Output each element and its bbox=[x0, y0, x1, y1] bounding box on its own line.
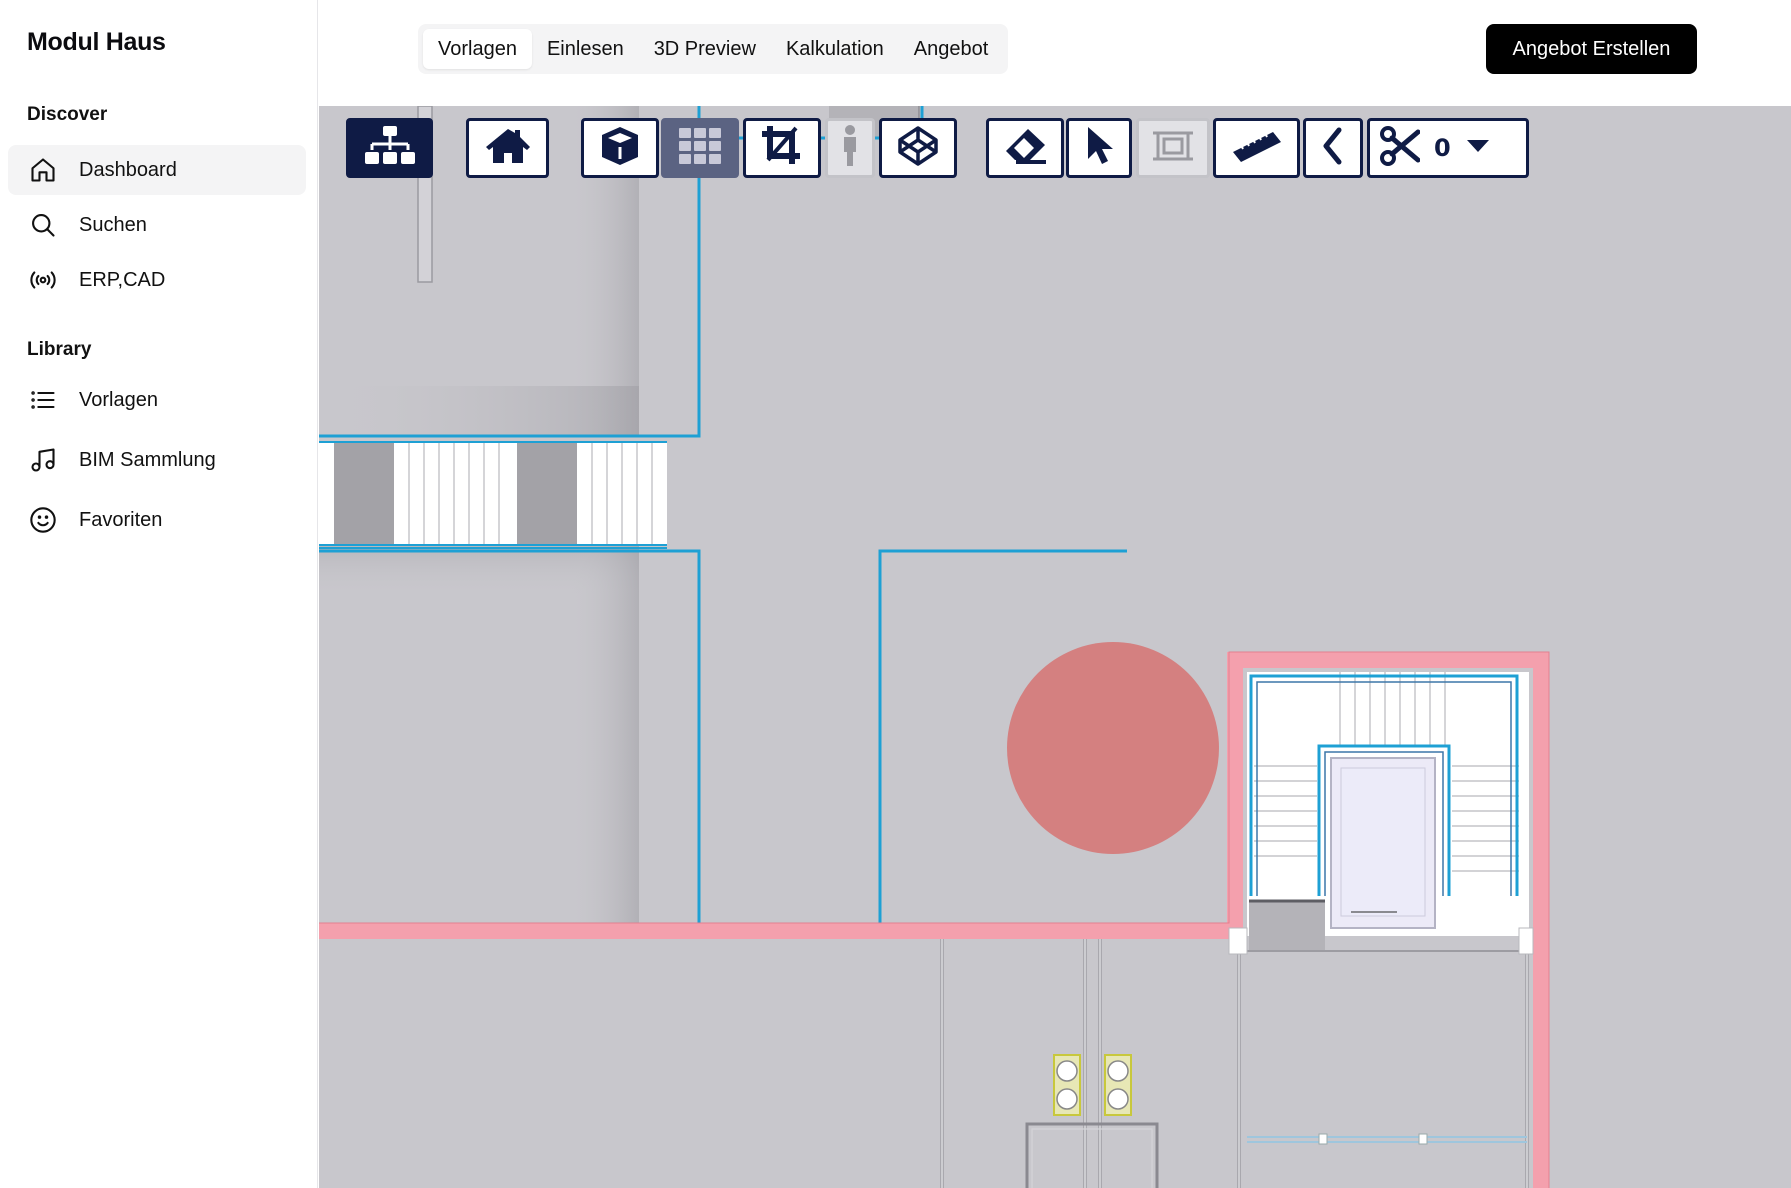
sidebar-item-label: Favoriten bbox=[79, 508, 163, 531]
frame-button[interactable] bbox=[1136, 118, 1210, 178]
pointer-button[interactable] bbox=[1066, 118, 1132, 178]
hierarchy-icon bbox=[364, 124, 416, 173]
tab-kalkulation[interactable]: Kalkulation bbox=[771, 29, 899, 69]
sidebar-item-favoriten[interactable]: Favoriten bbox=[8, 495, 306, 545]
hierarchy-button[interactable] bbox=[346, 118, 433, 178]
eraser-icon bbox=[1002, 126, 1048, 171]
stair-room-right bbox=[1247, 672, 1529, 952]
section-title-library: Library bbox=[27, 339, 92, 360]
marker-circle bbox=[1007, 642, 1219, 854]
crop-button[interactable] bbox=[743, 118, 821, 178]
scissors-icon bbox=[1380, 125, 1421, 171]
home-view-button[interactable] bbox=[466, 118, 549, 178]
codepen-button[interactable] bbox=[879, 118, 957, 178]
person-icon bbox=[840, 124, 860, 173]
frame-icon bbox=[1152, 127, 1194, 170]
sidebar-item-erp-cad[interactable]: ERP,CAD bbox=[8, 255, 306, 305]
sidebar-item-bim-sammlung[interactable]: BIM Sammlung bbox=[8, 435, 306, 485]
cube-button[interactable] bbox=[581, 118, 659, 178]
sidebar-item-label: Dashboard bbox=[79, 158, 177, 181]
smiley-icon bbox=[27, 504, 59, 536]
floor-plan-canvas[interactable] bbox=[319, 106, 1791, 1188]
staircase-left bbox=[319, 441, 667, 549]
cut-count: 0 bbox=[1434, 134, 1451, 162]
section-title-discover: Discover bbox=[27, 104, 108, 125]
app-title: Modul Haus bbox=[27, 28, 166, 56]
search-icon bbox=[27, 209, 59, 241]
person-button[interactable] bbox=[825, 118, 875, 178]
crop-icon bbox=[760, 124, 804, 173]
tab-bar: Vorlagen Einlesen 3D Preview Kalkulation… bbox=[418, 24, 1009, 74]
floor-plan-viewer[interactable]: 0 bbox=[319, 106, 1791, 1188]
grid-icon bbox=[678, 127, 722, 170]
caret-down-icon bbox=[1465, 138, 1491, 159]
cut-tool-dropdown[interactable]: 0 bbox=[1367, 118, 1529, 178]
tab-angebot[interactable]: Angebot bbox=[899, 29, 1004, 69]
grid-button[interactable] bbox=[661, 118, 739, 178]
sidebar-item-label: BIM Sammlung bbox=[79, 448, 216, 471]
sidebar-item-vorlagen[interactable]: Vorlagen bbox=[8, 375, 306, 425]
back-button[interactable] bbox=[1303, 118, 1363, 178]
home-icon bbox=[27, 154, 59, 186]
tab-vorlagen[interactable]: Vorlagen bbox=[423, 29, 532, 69]
broadcast-icon bbox=[27, 264, 59, 296]
sidebar: Modul Haus Discover Dashboard Suchen ERP… bbox=[0, 0, 318, 1188]
cube-icon bbox=[598, 124, 642, 173]
eraser-button[interactable] bbox=[986, 118, 1064, 178]
sidebar-item-dashboard[interactable]: Dashboard bbox=[8, 145, 306, 195]
ruler-button[interactable] bbox=[1213, 118, 1300, 178]
fixture-outlets bbox=[1053, 1054, 1132, 1116]
music-note-icon bbox=[27, 444, 59, 476]
sidebar-item-suchen[interactable]: Suchen bbox=[8, 200, 306, 250]
ruler-icon bbox=[1231, 130, 1283, 167]
home-icon bbox=[484, 126, 532, 171]
list-icon bbox=[27, 384, 59, 416]
chevron-left-icon bbox=[1321, 126, 1345, 171]
sidebar-item-label: Suchen bbox=[79, 213, 147, 236]
sidebar-item-label: ERP,CAD bbox=[79, 268, 166, 291]
pointer-icon bbox=[1084, 125, 1114, 172]
codepen-icon bbox=[897, 125, 939, 172]
top-header: Vorlagen Einlesen 3D Preview Kalkulation… bbox=[318, 0, 1791, 106]
tab-einlesen[interactable]: Einlesen bbox=[532, 29, 639, 69]
tab-3d-preview[interactable]: 3D Preview bbox=[639, 29, 771, 69]
sidebar-item-label: Vorlagen bbox=[79, 388, 158, 411]
angebot-erstellen-button[interactable]: Angebot Erstellen bbox=[1486, 24, 1697, 74]
